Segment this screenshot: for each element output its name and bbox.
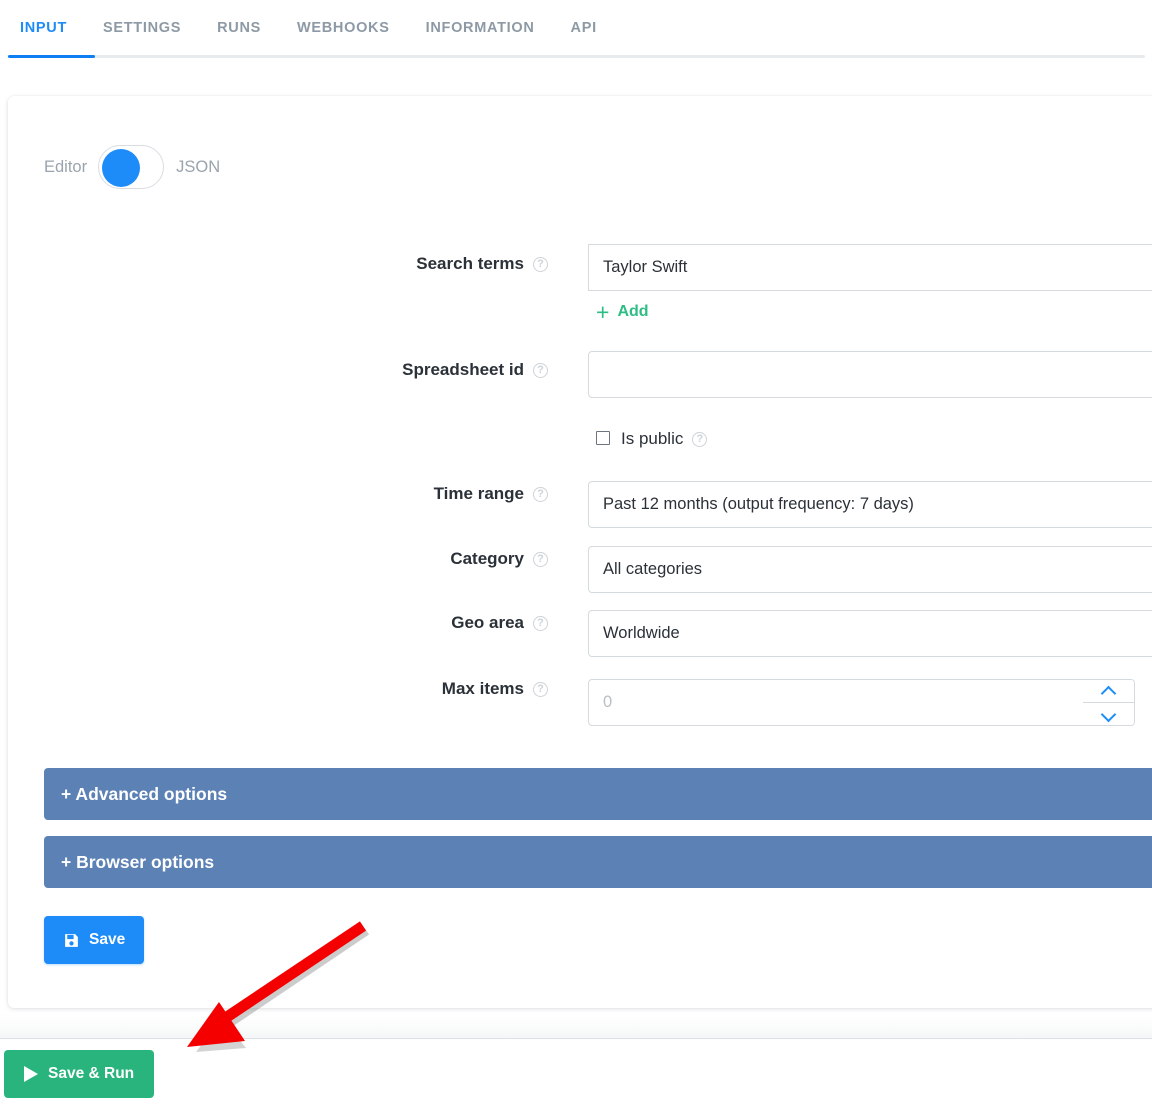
input-form-card: Editor JSON Search terms ? + Add Spreads… — [8, 96, 1152, 1008]
spreadsheet-id-label: Spreadsheet id — [402, 360, 524, 379]
add-search-term-button[interactable]: + Add — [596, 299, 649, 325]
tab-active-indicator — [8, 55, 95, 58]
advanced-options-label: + Advanced options — [61, 783, 228, 804]
search-terms-input[interactable] — [588, 244, 1152, 291]
geo-area-label-wrap: Geo area ? — [68, 613, 548, 633]
tab-settings[interactable]: SETTINGS — [85, 20, 199, 36]
tab-list: INPUT SETTINGS RUNS WEBHOOKS INFORMATION… — [8, 0, 615, 55]
chevron-up-icon — [1102, 687, 1115, 695]
tab-webhooks[interactable]: WEBHOOKS — [279, 20, 408, 36]
add-search-term-label: Add — [617, 303, 649, 320]
help-icon-category[interactable]: ? — [533, 551, 548, 567]
advanced-options-section-toggle[interactable]: + Advanced options — [44, 768, 1152, 820]
toggle-knob — [102, 149, 141, 187]
save-button[interactable]: Save — [44, 916, 145, 964]
help-icon-time-range[interactable]: ? — [533, 486, 548, 502]
time-range-select[interactable] — [588, 481, 1152, 528]
editor-mode-label[interactable]: Editor — [44, 158, 87, 177]
save-button-label: Save — [89, 931, 126, 948]
help-icon-geo-area[interactable]: ? — [533, 615, 548, 631]
editor-json-toggle-group: Editor JSON — [44, 144, 220, 190]
time-range-label-wrap: Time range ? — [68, 484, 548, 504]
help-icon-is-public[interactable]: ? — [692, 431, 708, 447]
browser-options-label: + Browser options — [61, 851, 215, 872]
editor-json-toggle[interactable] — [98, 145, 165, 189]
max-items-increment-button[interactable] — [1083, 680, 1134, 703]
plus-icon: + — [596, 299, 610, 325]
max-items-decrement-button[interactable] — [1083, 702, 1134, 725]
help-icon-spreadsheet-id[interactable]: ? — [533, 362, 548, 378]
category-label: Category — [450, 549, 524, 568]
spreadsheet-id-label-wrap: Spreadsheet id ? — [68, 360, 548, 380]
help-icon-max-items[interactable]: ? — [533, 681, 548, 697]
tab-information[interactable]: INFORMATION — [408, 20, 553, 36]
is-public-checkbox[interactable] — [596, 430, 610, 445]
tab-runs[interactable]: RUNS — [199, 20, 279, 36]
tab-bar-track — [8, 55, 1145, 58]
geo-area-label: Geo area — [451, 613, 524, 632]
save-and-run-button[interactable]: Save & Run — [4, 1050, 155, 1098]
play-icon — [24, 1066, 38, 1082]
time-range-label: Time range — [433, 484, 524, 503]
tab-bar: INPUT SETTINGS RUNS WEBHOOKS INFORMATION… — [0, 0, 1152, 60]
save-and-run-button-label: Save & Run — [48, 1065, 135, 1082]
search-terms-label: Search terms — [416, 254, 524, 273]
max-items-stepper — [1083, 679, 1135, 726]
browser-options-section-toggle[interactable]: + Browser options — [44, 836, 1152, 888]
is-public-label: Is public — [621, 429, 684, 448]
max-items-label: Max items — [441, 679, 524, 698]
max-items-label-wrap: Max items ? — [68, 679, 548, 699]
chevron-down-icon — [1102, 710, 1115, 718]
category-label-wrap: Category ? — [68, 549, 548, 569]
footer-shadow — [0, 1014, 1152, 1038]
help-icon-search-terms[interactable]: ? — [533, 256, 548, 272]
max-items-input[interactable] — [588, 679, 1084, 726]
search-terms-label-wrap: Search terms ? — [68, 254, 548, 274]
footer-divider — [0, 1038, 1152, 1039]
json-mode-label[interactable]: JSON — [176, 158, 220, 177]
tab-input[interactable]: INPUT — [8, 20, 85, 36]
category-select[interactable] — [588, 546, 1152, 593]
spreadsheet-id-input[interactable] — [588, 351, 1152, 398]
tab-api[interactable]: API — [553, 20, 615, 36]
geo-area-select[interactable] — [588, 610, 1152, 657]
floppy-disk-icon — [65, 933, 78, 947]
is-public-row: Is public ? — [596, 429, 708, 449]
